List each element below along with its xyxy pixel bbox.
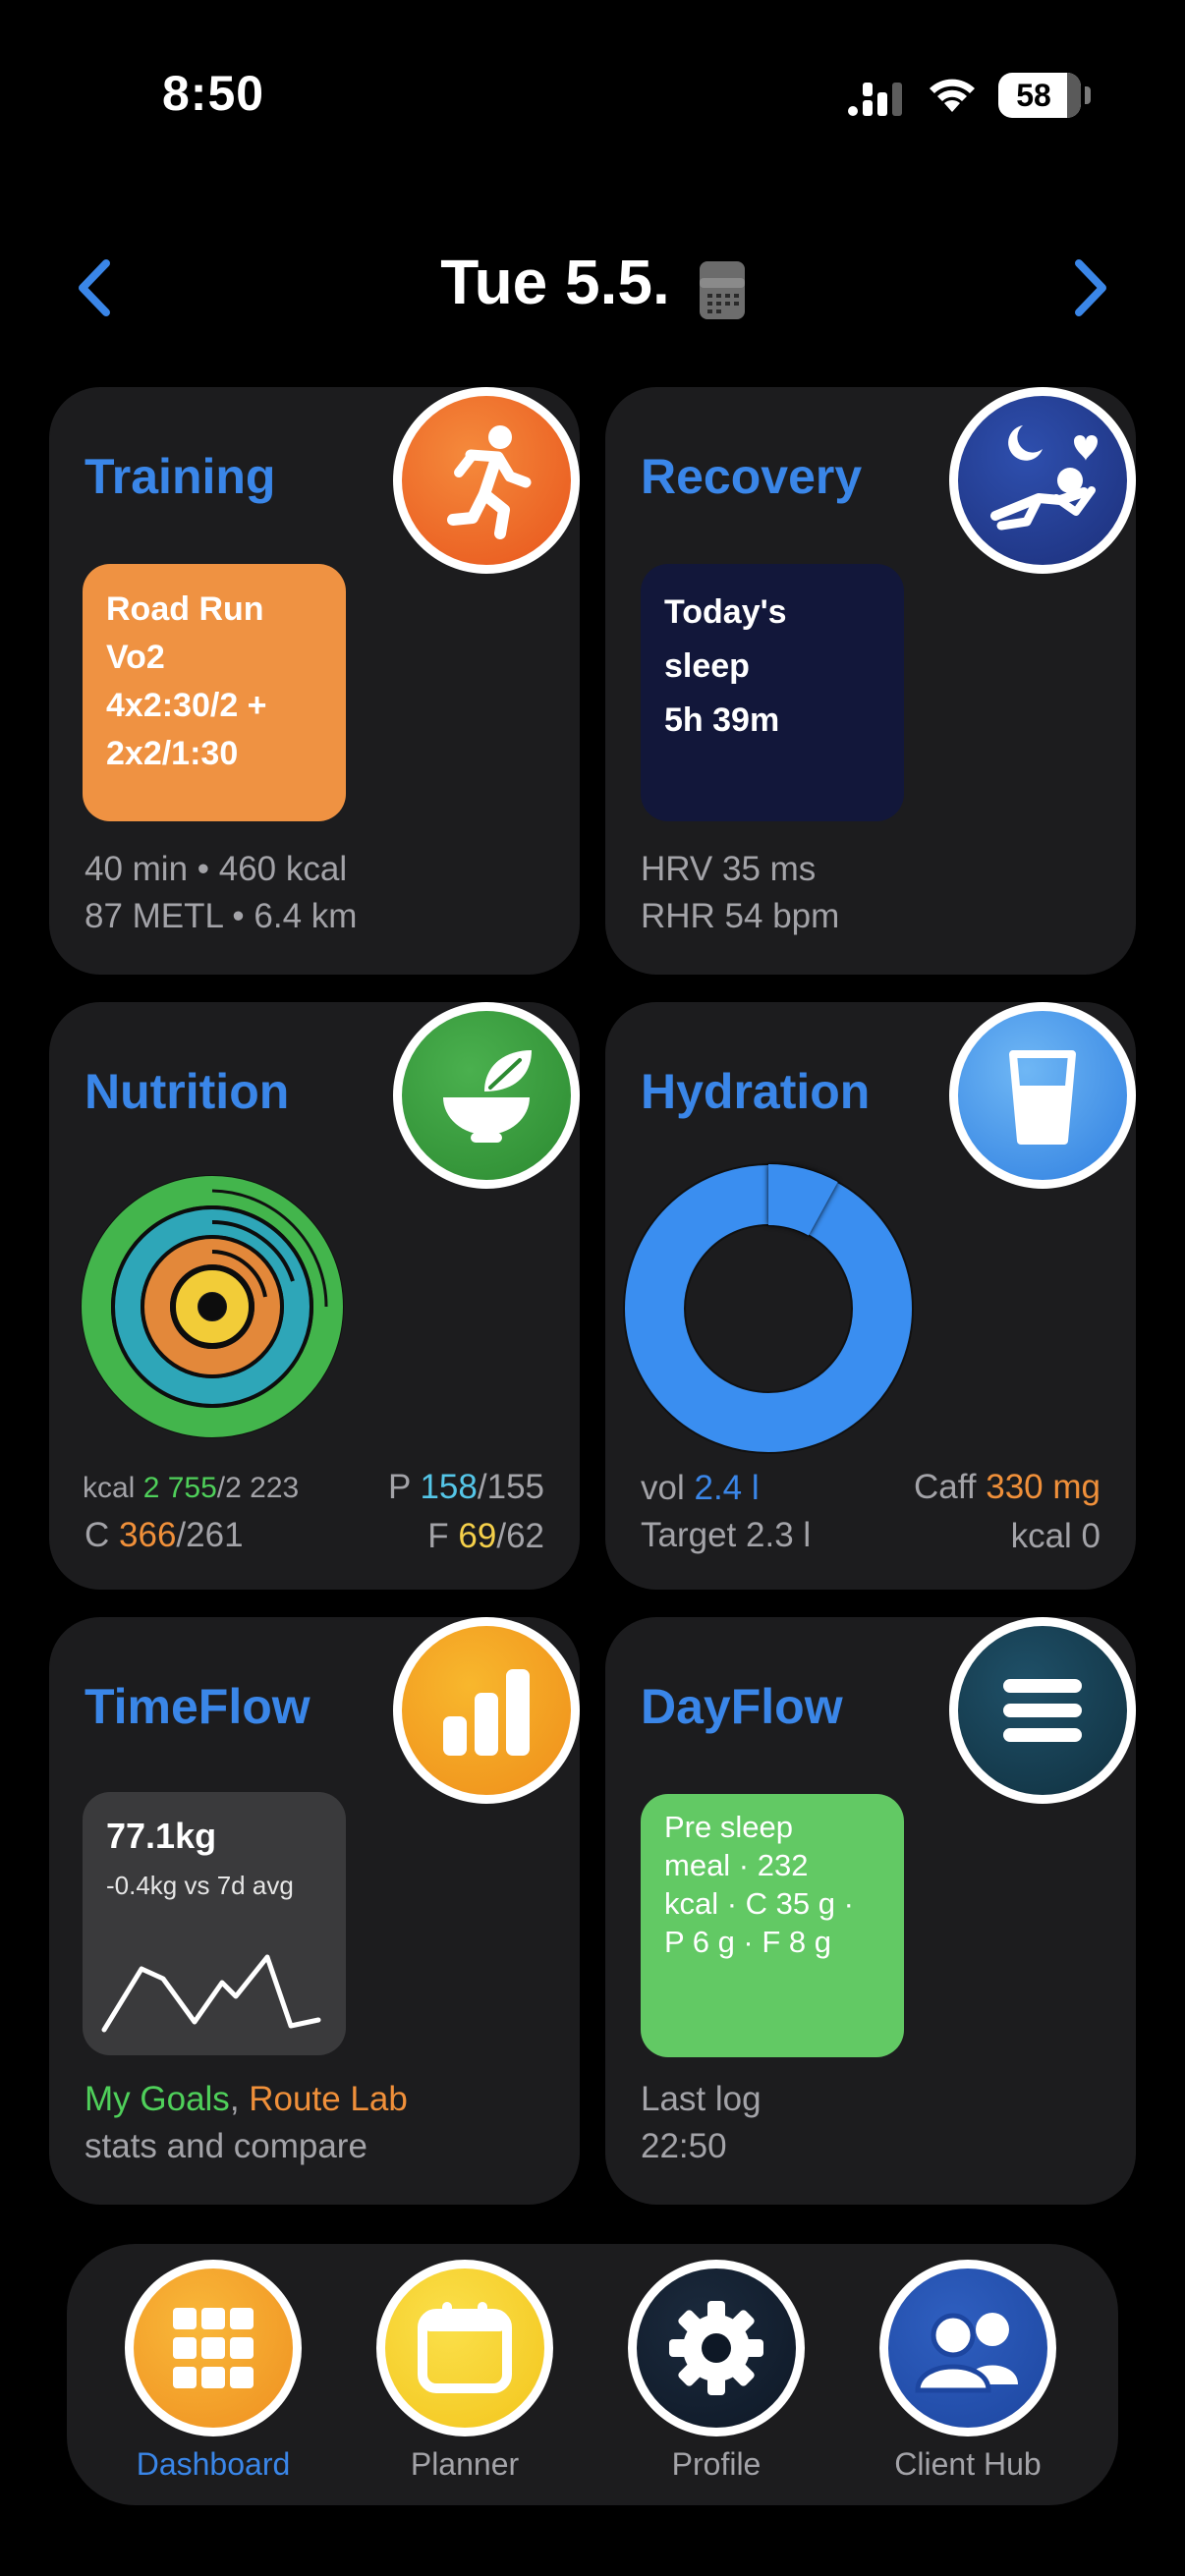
date-header: Tue 5.5. — [0, 246, 1185, 319]
caffeine-value: 330 mg — [986, 1468, 1100, 1506]
route-lab-link[interactable]: Route Lab — [249, 2080, 408, 2118]
caffeine-summary: Caff 330 mg — [913, 1468, 1100, 1506]
carbs-target: /261 — [176, 1516, 244, 1554]
tab-client-hub[interactable]: Client Hub — [875, 2260, 1061, 2483]
tab-dashboard-label: Dashboard — [136, 2446, 291, 2482]
weight-sparkline — [101, 1954, 321, 2033]
my-goals-link[interactable]: My Goals — [85, 2080, 230, 2118]
people-icon — [879, 2260, 1056, 2436]
volume-summary: vol 2.4 l — [641, 1469, 760, 1507]
tab-planner-label: Planner — [410, 2446, 520, 2482]
gear-icon — [628, 2260, 805, 2436]
protein-summary: P 158/155 — [388, 1468, 544, 1506]
protein-consumed: 158 — [420, 1468, 478, 1506]
macro-rings-chart — [81, 1175, 344, 1438]
battery-level: 58 — [1016, 78, 1051, 113]
protein-target: /155 — [477, 1468, 544, 1506]
bottom-tab-bar: Dashboard Planner Profile Client Hub — [67, 2244, 1118, 2505]
tab-profile[interactable]: Profile — [623, 2260, 810, 2483]
date-title: Tue 5.5. — [440, 247, 670, 317]
fat-target: /62 — [496, 1517, 544, 1555]
menu-lines-icon[interactable] — [949, 1617, 1136, 1804]
rest-icon[interactable] — [949, 387, 1136, 574]
hydration-title: Hydration — [641, 1064, 871, 1119]
last-log-time: 22:50 — [641, 2127, 727, 2165]
last-log-label: Last log — [641, 2080, 762, 2118]
bar-chart-icon[interactable] — [393, 1617, 580, 1804]
salad-bowl-icon[interactable] — [393, 1002, 580, 1189]
carbs-summary: C 366/261 — [85, 1516, 244, 1554]
next-day-button[interactable] — [1061, 253, 1120, 322]
tab-profile-label: Profile — [671, 2446, 762, 2482]
workout-description: Road Run Vo2 4x2:30/2 + 2x2/1:30 — [106, 590, 267, 772]
dayflow-title: DayFlow — [641, 1679, 843, 1734]
kcal-target: /2 223 — [216, 1472, 300, 1504]
status-time: 8:50 — [162, 66, 265, 121]
wifi-icon — [930, 79, 975, 112]
rhr-value: RHR 54 bpm — [641, 897, 840, 935]
carbs-consumed: 366 — [119, 1516, 177, 1554]
cellular-signal-icon — [848, 83, 902, 116]
volume-value: 2.4 l — [694, 1469, 760, 1507]
hydration-kcal: kcal 0 — [1010, 1517, 1100, 1555]
tab-dashboard[interactable]: Dashboard — [120, 2260, 307, 2483]
timeflow-subtitle: stats and compare — [85, 2127, 367, 2165]
meal-log-entry: Pre sleep meal · 232 kcal · C 35 g · P 6… — [664, 1810, 854, 1959]
nutrition-title: Nutrition — [85, 1064, 290, 1119]
calendar-icon — [376, 2260, 553, 2436]
battery-indicator: 58 — [998, 73, 1091, 118]
sleep-tile[interactable]: Today's sleep 5h 39m — [641, 564, 904, 821]
fat-consumed: 69 — [458, 1517, 497, 1555]
weight-value: 77.1kg — [106, 1816, 217, 1856]
workout-tile[interactable]: Road Run Vo2 4x2:30/2 + 2x2/1:30 — [83, 564, 346, 821]
running-icon[interactable] — [393, 387, 580, 574]
hydration-ring-chart — [623, 1163, 914, 1454]
kcal-consumed: 2 755 — [142, 1472, 217, 1504]
fat-summary: F 69/62 — [427, 1517, 544, 1555]
calendar-icon[interactable] — [699, 261, 745, 319]
weight-tile[interactable]: 77.1kg -0.4kg vs 7d avg — [83, 1792, 346, 2055]
recovery-title: Recovery — [641, 449, 863, 504]
tab-client-hub-label: Client Hub — [894, 2446, 1042, 2482]
meal-log-tile[interactable]: Pre sleep meal · 232 kcal · C 35 g · P 6… — [641, 1794, 904, 2057]
training-stats-line1: 40 min • 460 kcal — [85, 850, 348, 888]
grid-icon — [125, 2260, 302, 2436]
water-glass-icon[interactable] — [949, 1002, 1136, 1189]
weight-delta: -0.4kg vs 7d avg — [106, 1871, 294, 1900]
tab-planner[interactable]: Planner — [371, 2260, 558, 2483]
training-stats-line2: 87 METL • 6.4 km — [85, 897, 358, 935]
timeflow-title: TimeFlow — [85, 1679, 310, 1734]
sleep-summary: Today's sleep 5h 39m — [664, 593, 787, 739]
training-title: Training — [85, 449, 276, 504]
hrv-value: HRV 35 ms — [641, 850, 817, 888]
hydration-target: Target 2.3 l — [641, 1516, 812, 1554]
kcal-summary: kcal 2 755/2 223 — [83, 1472, 300, 1504]
timeflow-links: My Goals, Route Lab — [85, 2080, 408, 2118]
